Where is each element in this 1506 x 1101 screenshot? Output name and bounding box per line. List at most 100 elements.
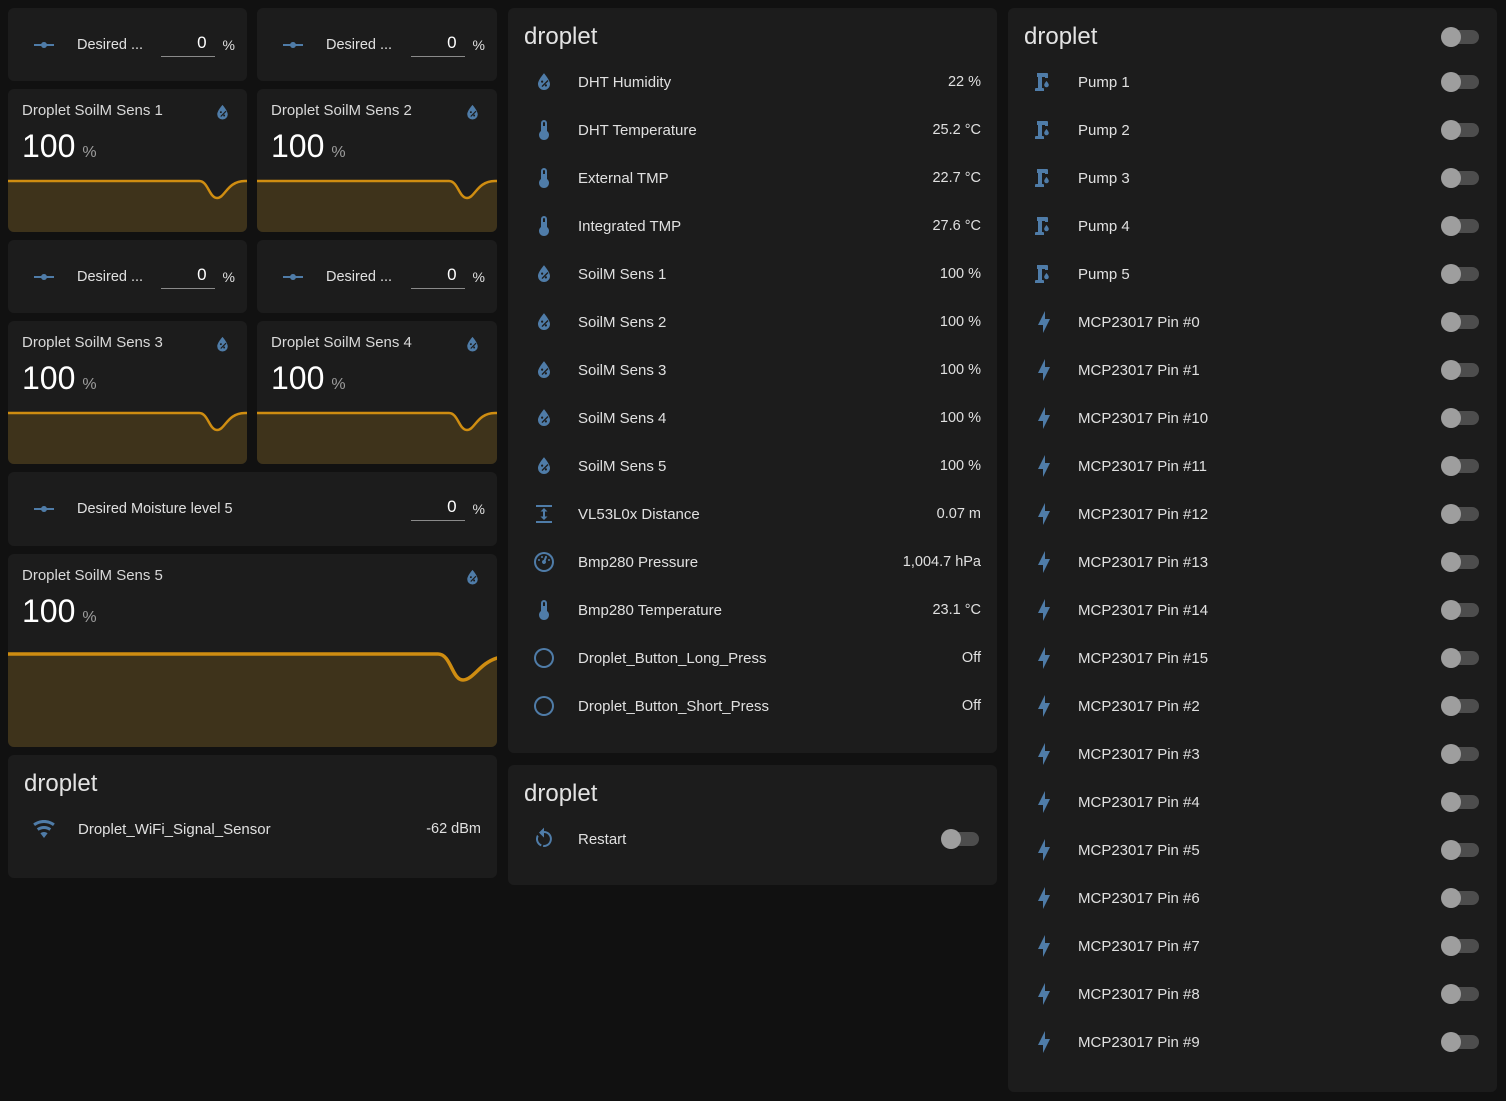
- entity-name[interactable]: Integrated TMP: [578, 218, 920, 235]
- entity-name[interactable]: MCP23017 Pin #3: [1078, 746, 1429, 763]
- entity-name[interactable]: SoilM Sens 1: [578, 266, 928, 283]
- desired-value-input[interactable]: [411, 497, 465, 517]
- ray-vertex-icon: [32, 497, 56, 521]
- entity-name[interactable]: MCP23017 Pin #8: [1078, 986, 1429, 1003]
- entity-name[interactable]: Droplet_Button_Long_Press: [578, 650, 950, 667]
- entity-name[interactable]: Droplet_WiFi_Signal_Sensor: [78, 821, 414, 838]
- toggle-switch[interactable]: [1441, 744, 1481, 764]
- entity-value: 100 %: [940, 362, 981, 378]
- entity-name[interactable]: Bmp280 Temperature: [578, 602, 920, 619]
- dashboard: Desired ... % Desired ... % Droplet Soil…: [0, 0, 1506, 1101]
- desired-label[interactable]: Desired ...: [326, 269, 411, 285]
- entity-name[interactable]: SoilM Sens 4: [578, 410, 928, 427]
- toggle-switch[interactable]: [1441, 936, 1481, 956]
- desired-value-input[interactable]: [161, 265, 215, 285]
- lightning-bolt-icon: [1032, 790, 1056, 814]
- toggle-switch[interactable]: [1441, 984, 1481, 1004]
- entity-name[interactable]: Pump 3: [1078, 170, 1429, 187]
- entity-name[interactable]: DHT Humidity: [578, 74, 936, 91]
- toggle-switch[interactable]: [1441, 792, 1481, 812]
- entity-name[interactable]: DHT Temperature: [578, 122, 920, 139]
- sensor-value: 100: [22, 594, 75, 628]
- toggle-switch[interactable]: [1441, 312, 1481, 332]
- entity-name[interactable]: Pump 2: [1078, 122, 1429, 139]
- entity-name[interactable]: MCP23017 Pin #5: [1078, 842, 1429, 859]
- sensor-graph-card-3[interactable]: Droplet SoilM Sens 3 100 %: [8, 321, 247, 464]
- entity-name[interactable]: MCP23017 Pin #10: [1078, 410, 1429, 427]
- entity-row: DHT Temperature 25.2 °C: [508, 106, 997, 154]
- sensor-unit: %: [82, 609, 96, 627]
- toggle-switch[interactable]: [1441, 1032, 1481, 1052]
- desired-value-input[interactable]: [411, 33, 465, 53]
- water-percent-icon: [212, 102, 233, 123]
- entity-name[interactable]: MCP23017 Pin #15: [1078, 650, 1429, 667]
- unit-label: %: [473, 269, 485, 285]
- desired-label[interactable]: Desired ...: [326, 37, 411, 53]
- toggle-all-switch[interactable]: [1441, 27, 1481, 47]
- toggle-switch[interactable]: [1441, 552, 1481, 572]
- entities-card: droplet DHT Humidity 22 % DHT Temperatur…: [508, 8, 997, 753]
- entity-name[interactable]: MCP23017 Pin #2: [1078, 698, 1429, 715]
- entity-name[interactable]: Pump 5: [1078, 266, 1429, 283]
- entity-row: Pump 5: [1008, 250, 1497, 298]
- desired-value-input[interactable]: [161, 33, 215, 53]
- entity-value: 25.2 °C: [932, 122, 981, 138]
- entity-name[interactable]: Droplet_Button_Short_Press: [578, 698, 950, 715]
- entity-name[interactable]: Pump 4: [1078, 218, 1429, 235]
- lightning-bolt-icon: [1032, 598, 1056, 622]
- entity-row: MCP23017 Pin #4: [1008, 778, 1497, 826]
- entity-name[interactable]: VL53L0x Distance: [578, 506, 925, 523]
- toggle-switch[interactable]: [1441, 504, 1481, 524]
- entity-name[interactable]: MCP23017 Pin #9: [1078, 1034, 1429, 1051]
- sensor-card-title: Droplet SoilM Sens 4: [271, 334, 412, 351]
- entity-name[interactable]: External TMP: [578, 170, 920, 187]
- entity-row: External TMP 22.7 °C: [508, 154, 997, 202]
- toggle-switch[interactable]: [1441, 648, 1481, 668]
- entity-row: SoilM Sens 4 100 %: [508, 394, 997, 442]
- toggle-switch[interactable]: [1441, 408, 1481, 428]
- sensor-graph-card-4[interactable]: Droplet SoilM Sens 4 100 %: [257, 321, 497, 464]
- entity-name[interactable]: MCP23017 Pin #13: [1078, 554, 1429, 571]
- toggle-switch[interactable]: [1441, 456, 1481, 476]
- entity-row: Bmp280 Pressure 1,004.7 hPa: [508, 538, 997, 586]
- entity-value: 0.07 m: [937, 506, 981, 522]
- toggle-switch[interactable]: [1441, 216, 1481, 236]
- toggle-switch[interactable]: [1441, 72, 1481, 92]
- entity-name[interactable]: Pump 1: [1078, 74, 1429, 91]
- desired-label[interactable]: Desired ...: [77, 37, 161, 53]
- sensor-graph-card-5[interactable]: Droplet SoilM Sens 5 100 %: [8, 554, 497, 747]
- entity-name[interactable]: MCP23017 Pin #12: [1078, 506, 1429, 523]
- toggle-switch[interactable]: [1441, 696, 1481, 716]
- entity-name[interactable]: Restart: [578, 831, 929, 848]
- toggle-switch[interactable]: [1441, 360, 1481, 380]
- entity-name[interactable]: MCP23017 Pin #7: [1078, 938, 1429, 955]
- desired-label[interactable]: Desired ...: [77, 269, 161, 285]
- sensor-graph-card-1[interactable]: Droplet SoilM Sens 1 100 %: [8, 89, 247, 232]
- toggle-switch[interactable]: [1441, 600, 1481, 620]
- sensor-card-title: Droplet SoilM Sens 5: [22, 567, 163, 584]
- entity-name[interactable]: MCP23017 Pin #0: [1078, 314, 1429, 331]
- entity-name[interactable]: SoilM Sens 3: [578, 362, 928, 379]
- toggle-switch[interactable]: [1441, 120, 1481, 140]
- toggle-switch[interactable]: [1441, 264, 1481, 284]
- water-pump-icon: [1032, 118, 1056, 142]
- entity-name[interactable]: MCP23017 Pin #1: [1078, 362, 1429, 379]
- entity-value: Off: [962, 650, 981, 666]
- toggle-switch[interactable]: [941, 829, 981, 849]
- toggle-switch[interactable]: [1441, 888, 1481, 908]
- toggle-switch[interactable]: [1441, 168, 1481, 188]
- entity-name[interactable]: MCP23017 Pin #4: [1078, 794, 1429, 811]
- desired-label[interactable]: Desired Moisture level 5: [77, 501, 411, 517]
- entity-name[interactable]: Bmp280 Pressure: [578, 554, 891, 571]
- sensor-graph-card-2[interactable]: Droplet SoilM Sens 2 100 %: [257, 89, 497, 232]
- toggle-switch[interactable]: [1441, 840, 1481, 860]
- entity-name[interactable]: SoilM Sens 2: [578, 314, 928, 331]
- desired-value-input[interactable]: [411, 265, 465, 285]
- entity-row: SoilM Sens 2 100 %: [508, 298, 997, 346]
- lightning-bolt-icon: [1032, 358, 1056, 382]
- entity-name[interactable]: MCP23017 Pin #14: [1078, 602, 1429, 619]
- entity-name[interactable]: MCP23017 Pin #11: [1078, 458, 1429, 475]
- entity-name[interactable]: SoilM Sens 5: [578, 458, 928, 475]
- entity-name[interactable]: MCP23017 Pin #6: [1078, 890, 1429, 907]
- entity-row: Integrated TMP 27.6 °C: [508, 202, 997, 250]
